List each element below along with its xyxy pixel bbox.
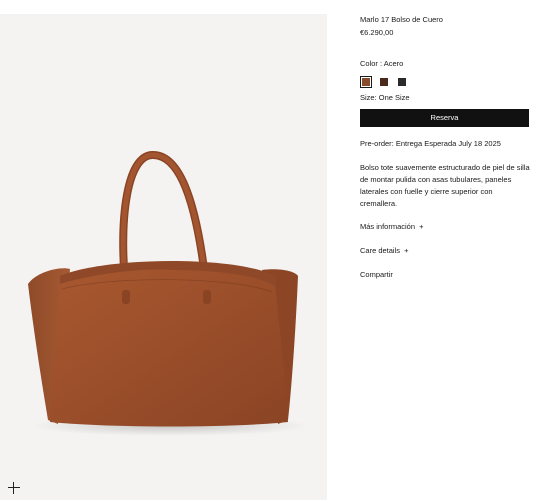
preorder-text: Pre-order: Entrega Esperada July 18 2025 — [360, 138, 501, 148]
color-label: Color : Acero — [360, 59, 404, 69]
care-details-label: Care details — [360, 245, 401, 255]
swatch-dark-brown[interactable] — [378, 76, 390, 88]
plus-icon: + — [404, 245, 409, 255]
product-image-gallery[interactable] — [0, 14, 327, 500]
more-info-link[interactable]: Más información + — [360, 222, 530, 232]
color-swatches — [360, 76, 530, 89]
product-title: Marlo 17 Bolso de Cuero — [360, 15, 443, 24]
swatch-chip — [380, 78, 388, 87]
reserve-button[interactable]: Reserva — [360, 108, 529, 127]
swatch-acero[interactable] — [360, 76, 372, 89]
swatch-black[interactable] — [396, 76, 408, 88]
swatch-chip — [398, 78, 406, 87]
share-link[interactable]: Compartir — [360, 270, 530, 280]
product-description: Bolso tote suavemente estructurado de pi… — [360, 162, 530, 208]
zoom-plus-icon[interactable] — [8, 482, 20, 494]
care-details-link[interactable]: Care details + — [360, 246, 530, 256]
product-info-panel: Marlo 17 Bolso de Cuero €6.290,00 Color … — [360, 14, 530, 280]
size-label: Size: One Size — [360, 93, 410, 103]
swatch-chip — [362, 78, 370, 87]
plus-icon: + — [419, 221, 424, 231]
product-price: €6.290,00 — [360, 28, 394, 38]
product-image-bag — [28, 151, 310, 436]
more-info-label: Más información — [360, 221, 416, 231]
